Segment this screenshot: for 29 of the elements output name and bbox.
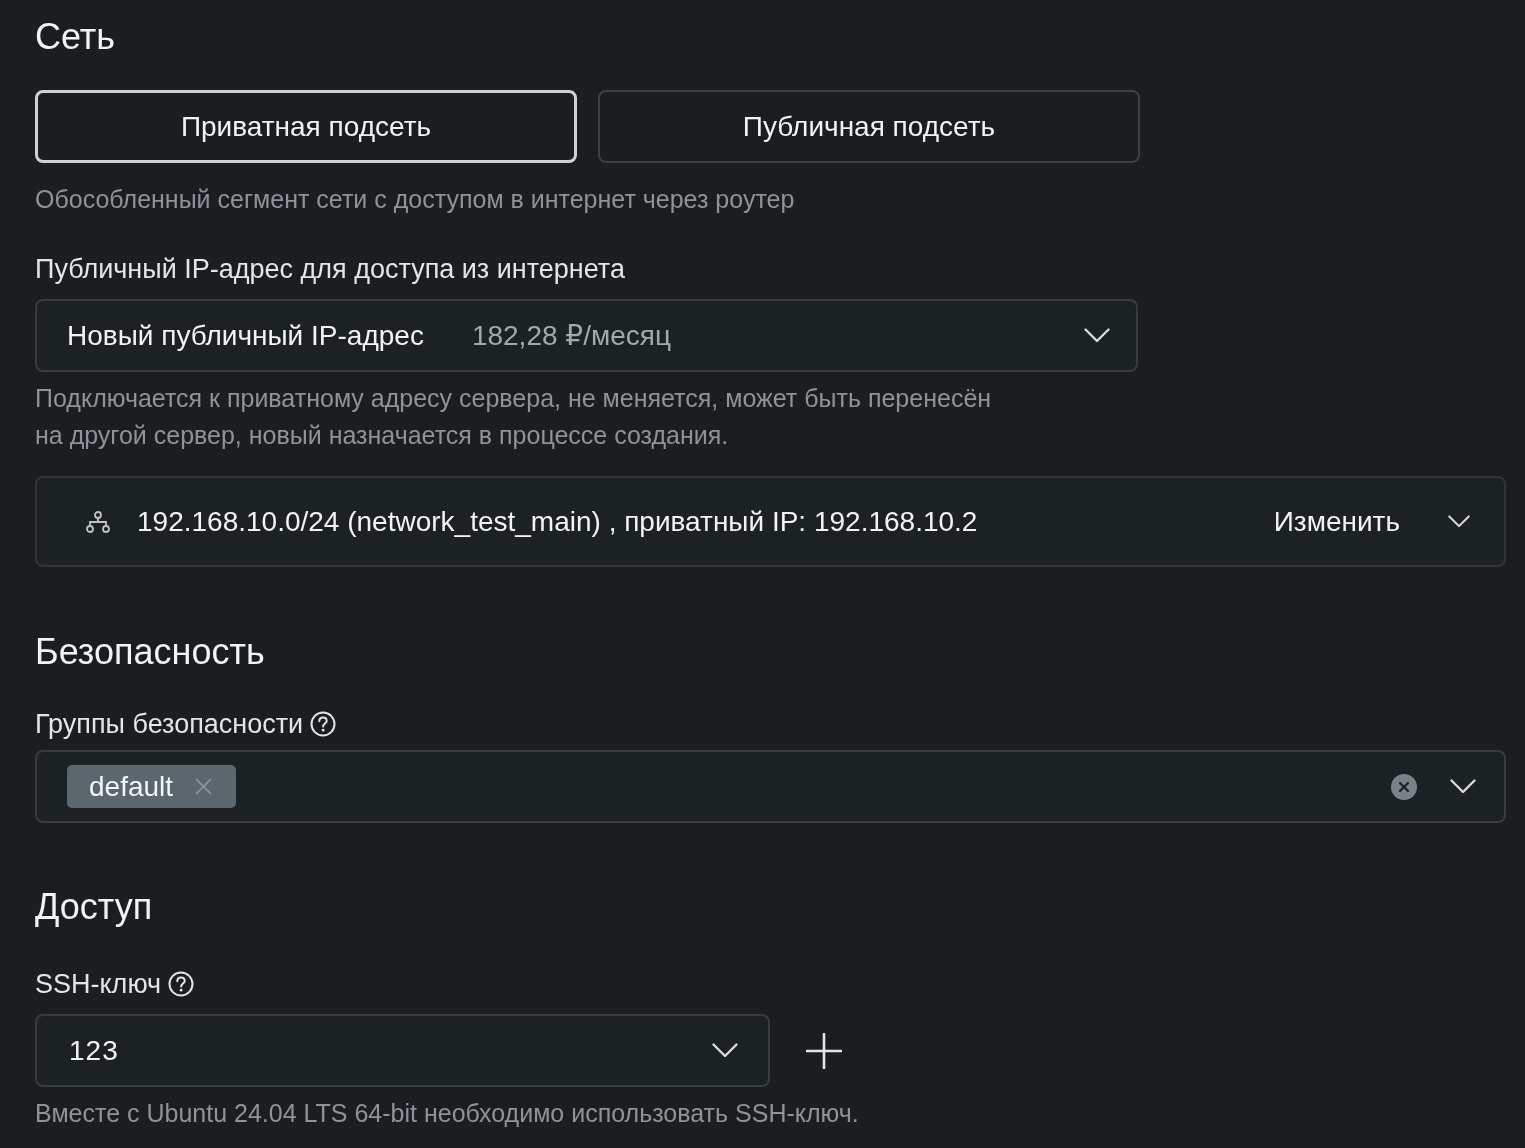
security-groups-select[interactable]: default xyxy=(35,750,1506,823)
network-value: 192.168.10.0/24 (network_test_main) , приватный IP: 192.168.10.2 xyxy=(137,504,978,539)
select-value: 123 xyxy=(69,1033,119,1068)
hint-text: Вместе с Ubuntu 24.04 LTS 64-bit необходимо использовать SSH-ключ. xyxy=(35,1098,859,1129)
price-text: 182,28 ₽/месяц xyxy=(471,318,671,353)
ssh-key-select[interactable]: 123 xyxy=(35,1014,770,1087)
section-title: Доступ xyxy=(35,885,153,928)
select-value: Новый публичный IP-адрес xyxy=(67,318,424,353)
clear-icon[interactable] xyxy=(1391,773,1417,800)
field-label: SSH-ключ xyxy=(35,968,162,1001)
hint-text: Обособленный сегмент сети с доступом в интернет через роутер xyxy=(35,184,795,215)
field-label: Группы безопасности xyxy=(35,708,304,741)
section-title: Сеть xyxy=(35,15,116,58)
field-label: Публичный IP-адрес для доступа из интернета xyxy=(35,253,625,286)
subnet-type-button[interactable]: Приватная подсеть xyxy=(35,90,577,163)
section-title: Безопасность xyxy=(35,630,265,673)
tag-chip[interactable]: default xyxy=(67,765,237,808)
network-nodes-icon xyxy=(85,510,111,533)
help-icon[interactable] xyxy=(310,711,337,737)
add-icon[interactable] xyxy=(806,1032,842,1069)
change-button[interactable]: Изменить xyxy=(1269,500,1404,543)
subnet-type-button[interactable]: Публичная подсеть xyxy=(598,90,1140,163)
chevron-down-icon[interactable] xyxy=(1448,515,1470,528)
help-icon[interactable] xyxy=(168,971,195,997)
chevron-down-icon[interactable] xyxy=(712,1043,738,1058)
chevron-down-icon[interactable] xyxy=(1450,779,1476,794)
public-ip-select[interactable]: Новый публичный IP-адрес 182,28 ₽/месяц xyxy=(35,299,1138,372)
hint-text: Подключается к приватному адресу сервера, не меняется, может быть перенесён на другой сервер, новый назначается в процессе создания. xyxy=(35,383,993,451)
chevron-down-icon[interactable] xyxy=(1084,328,1110,343)
